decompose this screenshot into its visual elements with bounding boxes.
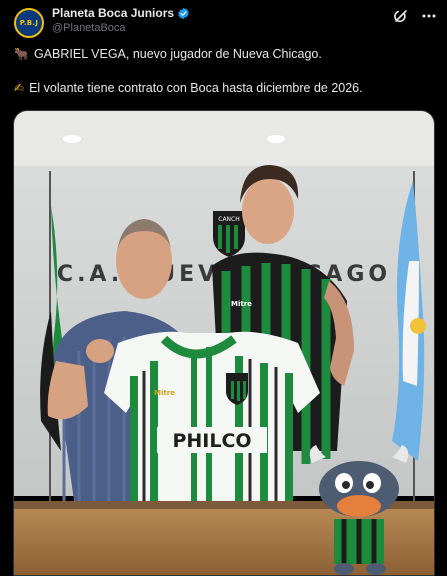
tweet-photo[interactable]: CANCH C.A. NUEVA CHICAGO	[13, 110, 435, 576]
bull-emoji: 🐂	[14, 47, 29, 61]
tweet-line-1-text: GABRIEL VEGA, nuevo jugador de Nueva Chi…	[33, 47, 322, 61]
ceiling-light	[267, 135, 285, 143]
tweet-text: 🐂 GABRIEL VEGA, nuevo jugador de Nueva C…	[14, 46, 434, 97]
handle[interactable]: @PlanetaBoca	[52, 21, 190, 36]
tweet-header: P.B.J Planeta Boca Juniors @PlanetaBoca	[14, 6, 437, 40]
tweet-line-2: ✍ El volante tiene contrato con Boca has…	[14, 80, 434, 97]
header-actions	[393, 8, 437, 24]
svg-text:Mitre: Mitre	[231, 300, 252, 308]
tweet[interactable]: P.B.J Planeta Boca Juniors @PlanetaBoca	[0, 0, 447, 576]
svg-text:CANCH: CANCH	[218, 216, 239, 223]
jersey-sponsor: PHILCO	[172, 430, 251, 452]
tweet-line-2-text: El volante tiene contrato con Boca hasta…	[29, 81, 363, 95]
more-options-icon[interactable]	[421, 8, 437, 24]
grok-icon[interactable]	[393, 8, 409, 24]
photo-scene: CANCH C.A. NUEVA CHICAGO	[14, 111, 434, 575]
display-name[interactable]: Planeta Boca Juniors	[52, 6, 174, 21]
avatar[interactable]: P.B.J	[14, 8, 44, 38]
tweet-line-1: 🐂 GABRIEL VEGA, nuevo jugador de Nueva C…	[14, 46, 434, 63]
svg-text:Mitre: Mitre	[154, 389, 175, 397]
ceiling-light	[63, 135, 81, 143]
verified-badge-icon	[178, 7, 189, 20]
writing-hand-emoji: ✍	[14, 81, 25, 95]
avatar-text: P.B.J	[19, 19, 39, 27]
name-row: Planeta Boca Juniors	[52, 6, 190, 21]
author-names: Planeta Boca Juniors @PlanetaBoca	[52, 6, 190, 36]
